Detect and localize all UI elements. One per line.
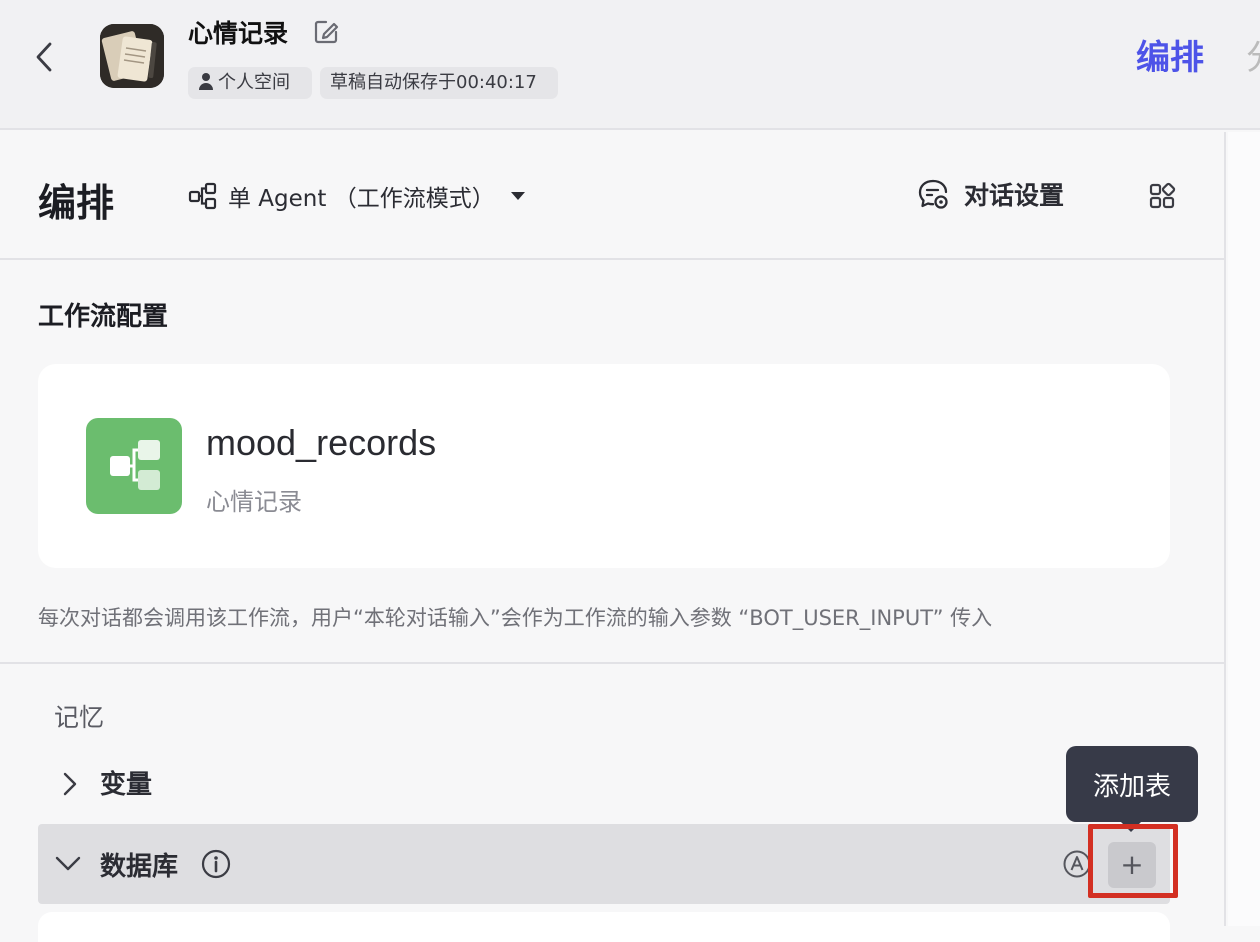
plus-icon: +: [1120, 848, 1144, 881]
space-label: 个人空间: [218, 72, 290, 93]
database-content-card: [38, 912, 1170, 942]
workflow-card[interactable]: mood_records 心情记录: [38, 364, 1170, 568]
workflow-icon: [86, 418, 182, 514]
top-header: 心情记录 个人空间 草稿自动保存于00:40:17 编排 分: [0, 0, 1260, 130]
database-label: 数据库: [100, 852, 179, 882]
chat-settings-icon: [918, 179, 948, 209]
chevron-down-icon: [55, 856, 81, 871]
workflow-description: 心情记录: [206, 488, 302, 516]
database-row[interactable]: 数据库 +: [38, 824, 1170, 904]
arrange-panel: 编排 单 Agent （工作流模式） 对话设置 工作流配置 mood_recor…: [0, 132, 1226, 942]
edit-icon[interactable]: [312, 18, 340, 46]
workflow-note: 每次对话都会调用该工作流，用户“本轮对话输入”会作为工作流的输入参数 “BOT_…: [38, 606, 993, 630]
arrange-title: 编排: [38, 181, 115, 225]
add-table-tooltip: 添加表: [1066, 746, 1198, 832]
memory-label: 记忆: [54, 703, 105, 732]
tab-next-partial[interactable]: 分: [1246, 30, 1260, 79]
layout-grid-icon[interactable]: [1148, 182, 1176, 210]
workflow-mode-icon: [188, 182, 217, 210]
chevron-right-icon: [63, 772, 77, 796]
space-badge: 个人空间: [188, 67, 312, 99]
back-arrow-icon[interactable]: [30, 40, 58, 74]
chat-settings-label: 对话设置: [964, 181, 1065, 210]
autosave-status: 草稿自动保存于00:40:17: [320, 67, 558, 99]
auto-mode-icon[interactable]: [1062, 849, 1092, 879]
add-table-button[interactable]: +: [1108, 842, 1156, 888]
arrange-header: 编排 单 Agent （工作流模式） 对话设置: [0, 132, 1226, 260]
section-divider: [0, 662, 1226, 664]
bot-title: 心情记录: [188, 19, 289, 48]
agent-mode-label: 单 Agent （工作流模式）: [228, 186, 495, 212]
tab-arrange[interactable]: 编排: [1136, 30, 1204, 79]
workflow-config-label: 工作流配置: [38, 302, 169, 332]
info-icon[interactable]: [200, 848, 232, 880]
bot-avatar[interactable]: [100, 24, 164, 88]
chevron-down-icon: [510, 192, 525, 200]
workflow-name: mood_records: [206, 422, 437, 463]
variables-label: 变量: [100, 770, 153, 800]
chat-settings-button[interactable]: 对话设置: [916, 176, 1064, 212]
person-icon: [199, 73, 213, 90]
agent-mode-select[interactable]: 单 Agent （工作流模式）: [188, 178, 525, 214]
variables-row[interactable]: 变量: [38, 756, 1170, 812]
right-panel-edge: [1228, 132, 1260, 926]
